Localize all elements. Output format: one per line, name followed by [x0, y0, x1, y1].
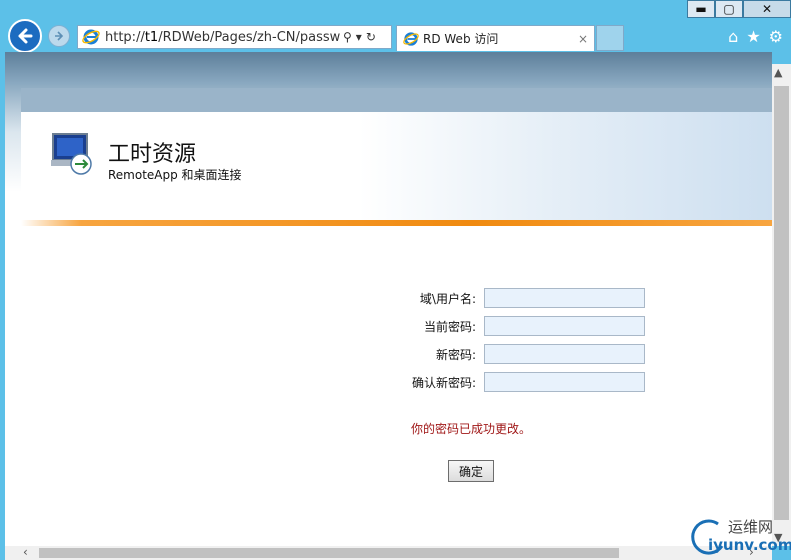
domain-user-label: 域\用户名:	[419, 292, 476, 306]
horizontal-scroll-thumb[interactable]	[39, 548, 619, 558]
browser-window: ▬ ▢ ✕ http://t1/RDWeb/Pages/zh-CN/passwo…	[0, 0, 791, 560]
page-subtitle: RemoteApp 和桌面连接	[108, 168, 242, 182]
vertical-scrollbar[interactable]: ▲ ▼	[772, 64, 791, 546]
scroll-up-icon[interactable]: ▲	[774, 66, 782, 79]
page-viewport: 工时资源 RemoteApp 和桌面连接 域\用户名: 当前密码: 新密码: 确…	[5, 52, 772, 548]
watermark-text-1: 运维网	[728, 518, 774, 536]
scroll-left-icon[interactable]: ‹	[23, 545, 28, 559]
orange-divider	[21, 220, 772, 226]
card-top-bar	[21, 88, 772, 112]
search-icon[interactable]: ⚲	[343, 30, 352, 44]
address-bar[interactable]: http://t1/RDWeb/Pages/zh-CN/passworc ⚲ ▾…	[77, 25, 392, 49]
close-window-button[interactable]: ✕	[743, 0, 791, 18]
tab-title: RD Web 访问	[423, 32, 499, 46]
success-message: 你的密码已成功更改。	[411, 422, 532, 436]
new-password-label: 新密码:	[435, 348, 476, 362]
back-arrow-icon	[18, 28, 33, 44]
confirm-password-input[interactable]	[484, 372, 645, 392]
watermark-text-2: iyunv.com	[708, 536, 791, 554]
maximize-button[interactable]: ▢	[715, 0, 743, 18]
gear-icon[interactable]: ⚙	[769, 27, 783, 46]
horizontal-scrollbar[interactable]: ‹ ›	[5, 545, 772, 560]
new-password-input[interactable]	[484, 344, 645, 364]
home-icon[interactable]: ⌂	[728, 27, 738, 46]
page-card: 工时资源 RemoteApp 和桌面连接 域\用户名: 当前密码: 新密码: 确…	[21, 88, 772, 548]
back-button[interactable]	[8, 19, 42, 53]
new-tab-button[interactable]	[596, 25, 624, 51]
forward-button[interactable]	[48, 25, 70, 47]
new-password-row: 新密码:	[21, 344, 772, 366]
confirm-password-label: 确认新密码:	[411, 376, 476, 390]
watermark: 运维网 iyunv.com	[688, 514, 791, 560]
ie-icon	[403, 31, 419, 46]
tab-close-icon[interactable]: ×	[578, 32, 588, 46]
page-header: 工时资源 RemoteApp 和桌面连接	[21, 112, 772, 220]
minimize-button[interactable]: ▬	[687, 0, 715, 18]
ie-icon	[82, 29, 100, 45]
current-password-input[interactable]	[484, 316, 645, 336]
current-password-row: 当前密码:	[21, 316, 772, 338]
vertical-scroll-thumb[interactable]	[774, 86, 789, 520]
confirm-password-row: 确认新密码:	[21, 372, 772, 394]
forward-arrow-icon	[55, 31, 64, 41]
domain-user-row: 域\用户名:	[21, 288, 772, 310]
window-caption-buttons: ▬ ▢ ✕	[687, 0, 791, 18]
ok-button[interactable]: 确定	[448, 460, 494, 482]
dropdown-icon[interactable]: ▾	[356, 30, 362, 44]
page-title: 工时资源	[108, 142, 197, 167]
domain-user-input[interactable]	[484, 288, 645, 308]
url-text[interactable]: http://t1/RDWeb/Pages/zh-CN/passworc	[105, 30, 341, 45]
tab-rd-web[interactable]: RD Web 访问 ×	[396, 25, 595, 51]
star-icon[interactable]: ★	[746, 27, 760, 46]
remote-desktop-logo-icon	[51, 133, 92, 175]
current-password-label: 当前密码:	[423, 320, 476, 334]
refresh-icon[interactable]: ↻	[366, 30, 376, 44]
